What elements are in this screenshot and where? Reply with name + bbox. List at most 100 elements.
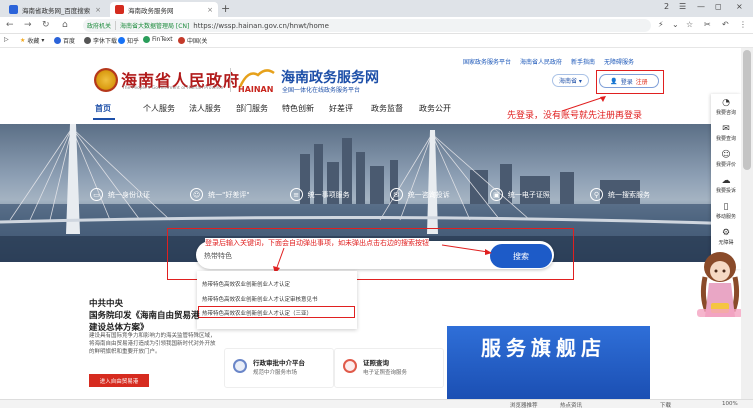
query-button[interactable]: ✉ 我要查询 xyxy=(711,124,741,142)
maximize-button[interactable]: ◻ xyxy=(715,2,722,11)
card-license-query[interactable]: 证照查询 电子证照查询服务 xyxy=(334,348,444,388)
hainan-icon xyxy=(115,5,124,14)
forward-icon[interactable]: → xyxy=(24,20,32,30)
search-button[interactable]: 搜索 xyxy=(490,244,552,268)
fintext-icon xyxy=(143,36,150,43)
url-text[interactable]: https://wssp.hainan.gov.cn/hnwt/home xyxy=(193,22,329,30)
zhihu-icon xyxy=(118,37,125,44)
nav-supervision[interactable]: 政务监督 xyxy=(371,103,419,114)
extensions-icon[interactable]: ⋮ xyxy=(739,20,747,29)
service-search[interactable]: ⚲ 统一搜索服务 xyxy=(590,188,650,201)
link-provincial-government[interactable]: 海南省人民政府 xyxy=(520,57,562,66)
news-body: 建设具有国际竞争力和影响力的海关监管特殊区域，将海南自由贸易港打造成为引领我国新… xyxy=(89,333,216,355)
login-register-button[interactable]: 👤 登录 注册 xyxy=(599,74,659,88)
service-flagship-banner[interactable]: 服务旗舰店 xyxy=(447,326,650,399)
nav-active-underline xyxy=(93,118,115,120)
suggestion-item[interactable]: 热带特色高效农业创新创业人才认定审核意见书 xyxy=(202,295,318,303)
register-label[interactable]: 注册 xyxy=(636,77,648,86)
consult-button[interactable]: ◔ 我要咨询 xyxy=(711,98,741,116)
service-evaluation[interactable]: ☺ 统一"好差评" xyxy=(190,188,250,201)
tab-close-icon[interactable]: × xyxy=(95,6,101,14)
portal-subtitle: 全国一体化在线政务服务平台 xyxy=(282,87,361,94)
service-label: 统一搜索服务 xyxy=(608,190,650,199)
bookmark-toggle-icon[interactable]: ▷ xyxy=(4,36,9,43)
anime-mascot-image[interactable] xyxy=(697,247,743,331)
nav-innovation[interactable]: 特色创新 xyxy=(282,103,329,114)
menu-icon[interactable]: ☰ xyxy=(679,2,686,11)
service-identity-auth[interactable]: ▭ 统一身份认证 xyxy=(90,188,150,201)
card-intermediary-platform[interactable]: 行政审批中介平台 规范中介服务市场 xyxy=(224,348,334,388)
top-links: 国家政务服务平台 海南省人民政府 新手指南 无障碍服务 xyxy=(463,57,634,66)
list-icon: ≡ xyxy=(289,188,303,201)
logo-text: HAINAN xyxy=(238,85,273,94)
hainan-portal-logo: HAINAN xyxy=(238,69,275,94)
hands-icon xyxy=(233,359,247,373)
license-icon: ▣ xyxy=(489,188,503,201)
bookmark-label: 李休下载 xyxy=(93,38,118,45)
refresh-icon[interactable]: ↻ xyxy=(42,20,50,30)
star-icon[interactable]: ☆ xyxy=(686,20,693,29)
link-national-platform[interactable]: 国家政务服务平台 xyxy=(463,57,511,66)
news-headline[interactable]: 中共中央 国务院印发《海南自由贸易港 建设总体方案》 xyxy=(89,298,209,334)
chevron-down-icon[interactable]: ⌄ xyxy=(672,20,679,29)
bookmark-fintext[interactable]: FinText xyxy=(143,36,173,43)
tab-count-badge[interactable]: 2 xyxy=(664,2,669,11)
chat-icon: ✉ xyxy=(389,188,403,201)
tab-close-icon[interactable]: × xyxy=(207,6,213,14)
close-window-button[interactable]: × xyxy=(736,2,743,11)
complaint-icon: ☁ xyxy=(721,176,731,186)
zoom-level[interactable]: 100% xyxy=(722,401,738,407)
service-consultation[interactable]: ✉ 统一咨询投诉 xyxy=(389,188,450,201)
accessibility-button[interactable]: ⚙ 无障碍 xyxy=(711,228,741,246)
suggestion-item[interactable]: 热带特色高效农业创新创业人才认定 xyxy=(202,280,290,288)
identity-icon: ▭ xyxy=(90,188,103,201)
free-trade-port-button[interactable]: 进入自由贸易港 xyxy=(89,374,149,387)
link-beginner-guide[interactable]: 新手指南 xyxy=(571,57,595,66)
link-accessibility[interactable]: 无障碍服务 xyxy=(604,57,634,66)
scrollbar-thumb[interactable] xyxy=(743,50,751,170)
certificate-badge: 海南省大数据管理局 [CN] xyxy=(115,21,189,30)
mobile-service-button[interactable]: ▯ 移动服务 xyxy=(711,202,741,220)
bookmark-baidu[interactable]: 百度 xyxy=(54,36,75,45)
service-matters[interactable]: ≡ 统一事项服务 xyxy=(289,188,350,201)
evaluate-button[interactable]: ☺ 我要评价 xyxy=(711,150,741,168)
query-icon: ✉ xyxy=(722,124,730,134)
nav-legal-person-service[interactable]: 法人服务 xyxy=(189,103,236,114)
bookmark-download[interactable]: 李休下载 xyxy=(84,36,117,45)
promo-text: 服务旗舰店 xyxy=(481,336,606,360)
service-e-license[interactable]: ▣ 统一电子证照 xyxy=(489,188,550,201)
portal-title: 海南政务服务网 xyxy=(281,70,379,86)
province-selector[interactable]: 海南省 ▾ xyxy=(552,74,589,87)
suggestion-highlight-box xyxy=(198,306,355,318)
nav-open-government[interactable]: 政务公开 xyxy=(419,103,467,114)
complain-button[interactable]: ☁ 我要投诉 xyxy=(711,176,741,194)
nav-evaluation[interactable]: 好差评 xyxy=(329,103,371,114)
rb-label: 移动服务 xyxy=(715,214,736,220)
service-label: 统一事项服务 xyxy=(307,190,350,199)
new-tab-button[interactable]: + xyxy=(221,2,230,15)
bookmark-zhihu[interactable]: 知乎 xyxy=(118,36,139,45)
tab-hainan-portal[interactable]: 海南政务服务网 × xyxy=(110,2,218,17)
main-nav: 首页 个人服务 法人服务 部门服务 特色创新 好差评 政务监督 政务公开 xyxy=(95,103,467,114)
scissors-icon[interactable]: ✂ xyxy=(704,20,711,29)
service-label: 统一"好差评" xyxy=(208,190,250,199)
annotation-search-text: 登录后输入关键词，下面会自动弹出事项，如未弹出点击右边的搜索按钮 xyxy=(205,238,429,248)
nav-home[interactable]: 首页 xyxy=(95,103,143,114)
minimize-button[interactable]: — xyxy=(697,2,705,11)
url-field[interactable]: 政府机关 海南省大数据管理局 [CN] https://wssp.hainan.… xyxy=(83,19,651,32)
home-icon[interactable]: ⌂ xyxy=(62,20,68,30)
undo-icon[interactable]: ↶ xyxy=(722,20,729,29)
nav-personal-service[interactable]: 个人服务 xyxy=(143,103,189,114)
bookmark-favorites[interactable]: ★ 收藏 ▾ xyxy=(20,36,44,45)
bookmark-china[interactable]: 中国(关 xyxy=(178,36,207,45)
back-icon[interactable]: ← xyxy=(6,20,14,30)
login-label[interactable]: 登录 xyxy=(621,77,633,86)
rb-label: 我要评价 xyxy=(715,162,736,168)
lightning-icon[interactable]: ⚡ xyxy=(658,20,664,29)
chat-icon: ◔ xyxy=(722,98,730,108)
nav-department-service[interactable]: 部门服务 xyxy=(236,103,282,114)
tab-baidu-search[interactable]: 海南省政务网_百度搜索 × xyxy=(4,2,106,17)
document-icon xyxy=(343,359,357,373)
rb-label: 无障碍 xyxy=(718,240,734,246)
verified-badge: 政府机关 xyxy=(87,23,112,30)
